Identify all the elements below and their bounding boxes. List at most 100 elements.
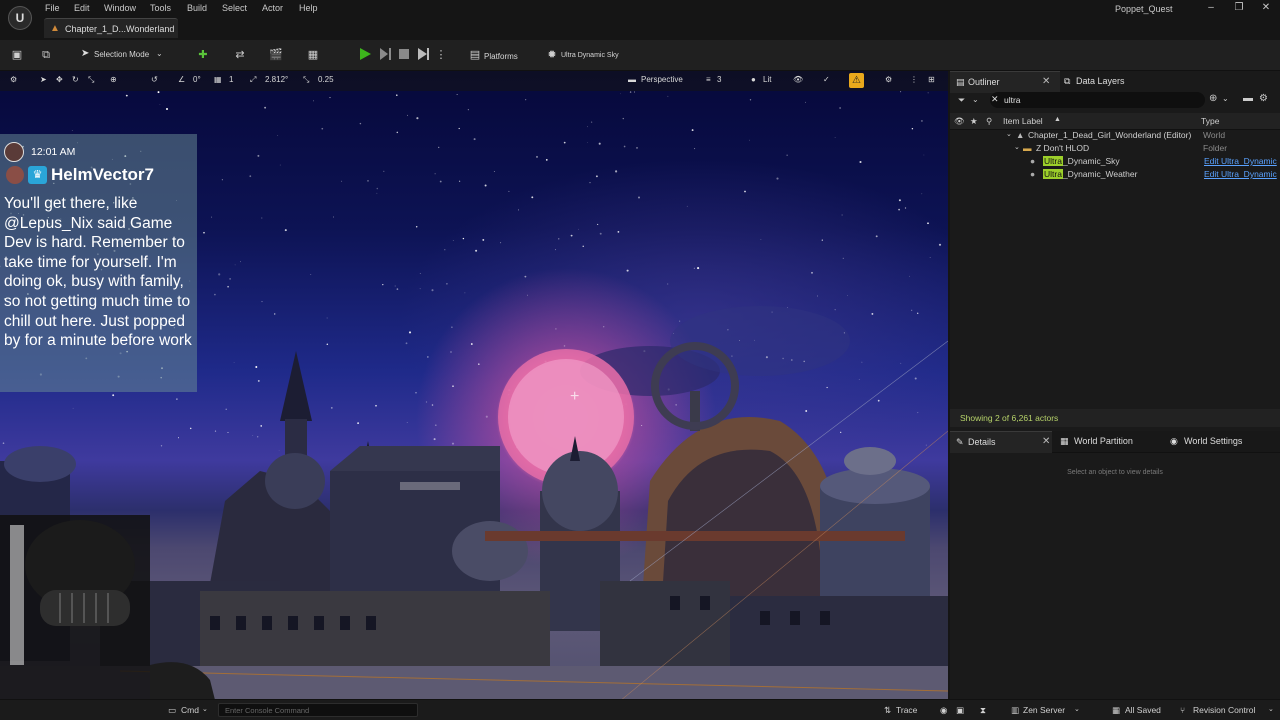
clear-search-icon[interactable]: ✕ xyxy=(991,94,999,105)
edit-blueprint-link[interactable]: Edit Ultra_Dynamic xyxy=(1204,156,1277,166)
trace-icon: ⇅ xyxy=(884,705,892,715)
show-flags-icon[interactable]: 👁 xyxy=(793,75,803,84)
tab-world-partition[interactable]: ▦ World Partition xyxy=(1052,431,1164,453)
step-icon[interactable] xyxy=(378,47,392,61)
console-command-input[interactable]: Enter Console Command xyxy=(218,703,418,717)
star xyxy=(321,127,324,130)
selection-mode-dropdown[interactable]: ➤ Selection Mode ⌄ xyxy=(76,45,168,65)
unreal-logo-icon[interactable]: U xyxy=(8,6,32,30)
tree-row-ultra-dynamic-sky[interactable]: ● Ultra_Dynamic_Sky Edit Ultra_Dynamic xyxy=(950,156,1280,169)
close-tab-icon[interactable]: ✕ xyxy=(1042,76,1050,87)
menu-edit[interactable]: Edit xyxy=(74,3,90,13)
chevron-down-icon[interactable]: ⌄ xyxy=(1222,94,1229,103)
add-filter-icon[interactable]: ⊕ xyxy=(1209,93,1217,104)
translate-icon[interactable]: ✥ xyxy=(56,75,63,84)
menu-window[interactable]: Window xyxy=(104,3,136,13)
view-mode-dropdown[interactable]: Perspective xyxy=(641,75,683,84)
column-item-label[interactable]: Item Label xyxy=(1003,116,1043,126)
save-icon[interactable]: ▣ xyxy=(9,47,25,63)
ultra-dynamic-sky-button[interactable]: Ultra Dynamic Sky xyxy=(561,52,619,59)
build-icon[interactable]: ▦ xyxy=(305,47,321,63)
pin-icon[interactable]: ⚲ xyxy=(986,116,992,127)
grid-snap-icon[interactable]: ▦ xyxy=(214,75,222,84)
outliner-settings-icon[interactable]: ⚙ xyxy=(1259,93,1268,104)
close-tab-icon[interactable]: ✕ xyxy=(1042,436,1050,447)
select-mode-icon[interactable]: ➤ xyxy=(40,75,47,84)
stop-icon[interactable] xyxy=(397,47,411,61)
chevron-down-icon[interactable]: ⌄ xyxy=(972,95,979,104)
chevron-down-icon[interactable]: ⌄ xyxy=(1006,130,1012,138)
scale-snap-icon[interactable]: ⤡ xyxy=(303,75,309,85)
play-icon[interactable] xyxy=(358,47,372,61)
star xyxy=(633,91,635,93)
tab-details[interactable]: ✎ Details ✕ xyxy=(950,431,1052,453)
outliner-search-text: ultra xyxy=(1004,95,1021,105)
record-icon[interactable]: ◉ xyxy=(940,705,947,716)
chevron-down-icon[interactable]: ⌄ xyxy=(1014,143,1020,151)
console-placeholder: Enter Console Command xyxy=(225,706,310,715)
rotation-snap-value[interactable]: 0° xyxy=(193,75,201,84)
rotation-snap-icon[interactable]: ∠ xyxy=(178,75,185,84)
menu-select[interactable]: Select xyxy=(222,3,247,13)
chevron-down-icon[interactable]: ⌄ xyxy=(1268,705,1274,713)
tab-data-layers[interactable]: ⧉ Data Layers xyxy=(1060,71,1160,93)
menu-build[interactable]: Build xyxy=(187,3,207,13)
content-browser-icon[interactable]: ⧉ xyxy=(38,47,54,63)
rotate-icon[interactable]: ↻ xyxy=(72,75,79,84)
menu-help[interactable]: Help xyxy=(299,3,318,13)
tree-row-folder[interactable]: ⌄ ▬ Z Don't HLOD Folder xyxy=(950,143,1280,156)
tree-row-ultra-dynamic-weather[interactable]: ● Ultra_Dynamic_Weather Edit Ultra_Dynam… xyxy=(950,169,1280,182)
new-folder-icon[interactable]: ▬ xyxy=(1243,93,1253,104)
chevron-down-icon[interactable]: ⌄ xyxy=(1074,705,1080,713)
world-local-icon[interactable]: ⊕ xyxy=(110,75,117,84)
screenshot-icon[interactable]: ▣ xyxy=(956,705,964,716)
realtime-icon[interactable]: ✓ xyxy=(823,75,830,84)
tree-row-world[interactable]: ⌄ ▲ Chapter_1_Dead_Girl_Wonderland (Edit… xyxy=(950,130,1280,143)
webcam-microphone xyxy=(0,515,215,700)
favorite-icon[interactable]: ★ xyxy=(970,116,978,127)
camera-speed-value[interactable]: 2.812° xyxy=(265,75,288,84)
view-count-dropdown[interactable]: 3 xyxy=(717,75,721,84)
tab-world-settings[interactable]: ◉ World Settings xyxy=(1164,431,1280,453)
revision-control-dropdown[interactable]: Revision Control xyxy=(1193,705,1255,715)
camera-speed-icon[interactable]: ⤢ xyxy=(250,75,256,85)
hourglass-icon[interactable]: ⧗ xyxy=(980,705,986,716)
outliner-search-input[interactable] xyxy=(990,92,1205,108)
all-saved-status[interactable]: All Saved xyxy=(1125,705,1161,715)
lighting-dropdown[interactable]: Lit xyxy=(763,75,771,84)
surface-snap-icon[interactable]: ↺ xyxy=(151,75,158,84)
viewport-settings-icon[interactable]: ⚙ xyxy=(885,75,892,84)
maximize-viewport-icon[interactable]: ⊞ xyxy=(928,75,935,84)
menu-tools[interactable]: Tools xyxy=(150,3,171,13)
add-actor-icon[interactable]: ✚ xyxy=(195,47,211,63)
viewport-menu-icon[interactable]: ⋮ xyxy=(910,75,918,84)
column-type[interactable]: Type xyxy=(1201,116,1219,126)
level-document-tab[interactable]: ▲ Chapter_1_D...Wonderland xyxy=(44,18,178,38)
more-options-icon[interactable]: ⋮ xyxy=(433,47,449,63)
platforms-icon[interactable]: ▤ xyxy=(467,47,483,63)
platforms-button[interactable]: Platforms xyxy=(484,52,518,61)
zen-server-dropdown[interactable]: Zen Server xyxy=(1023,705,1065,715)
title-bar: U File Edit Window Tools Build Select Ac… xyxy=(0,0,1280,40)
menu-actor[interactable]: Actor xyxy=(262,3,283,13)
visibility-icon[interactable]: 👁 xyxy=(954,116,965,127)
grid-snap-value[interactable]: 1 xyxy=(229,75,233,84)
maximize-icon[interactable]: ❐ xyxy=(1228,2,1250,16)
scale-snap-value[interactable]: 0.25 xyxy=(318,75,334,84)
filter-icon[interactable]: ⏷ xyxy=(958,95,965,106)
transform-menu-icon[interactable]: ⚙ xyxy=(10,75,17,84)
chevron-down-icon[interactable]: ⌄ xyxy=(202,705,208,713)
performance-warning-icon[interactable]: ⚠ xyxy=(849,73,864,88)
edit-blueprint-link[interactable]: Edit Ultra_Dynamic xyxy=(1204,169,1277,179)
eject-icon[interactable] xyxy=(416,47,430,61)
blueprint-icon[interactable]: ⇄ xyxy=(232,47,248,63)
menu-file[interactable]: File xyxy=(45,3,60,13)
tab-outliner[interactable]: ▤ Outliner ✕ xyxy=(950,71,1060,93)
trace-dropdown[interactable]: Trace xyxy=(896,705,917,715)
cmd-dropdown[interactable]: Cmd xyxy=(181,705,199,715)
minimize-icon[interactable]: – xyxy=(1200,2,1222,16)
chevron-down-icon: ⌄ xyxy=(156,49,163,58)
cinematics-icon[interactable]: 🎬 xyxy=(268,47,284,63)
close-window-icon[interactable]: ✕ xyxy=(1255,2,1277,16)
scale-icon[interactable]: ⤡ xyxy=(88,75,94,85)
